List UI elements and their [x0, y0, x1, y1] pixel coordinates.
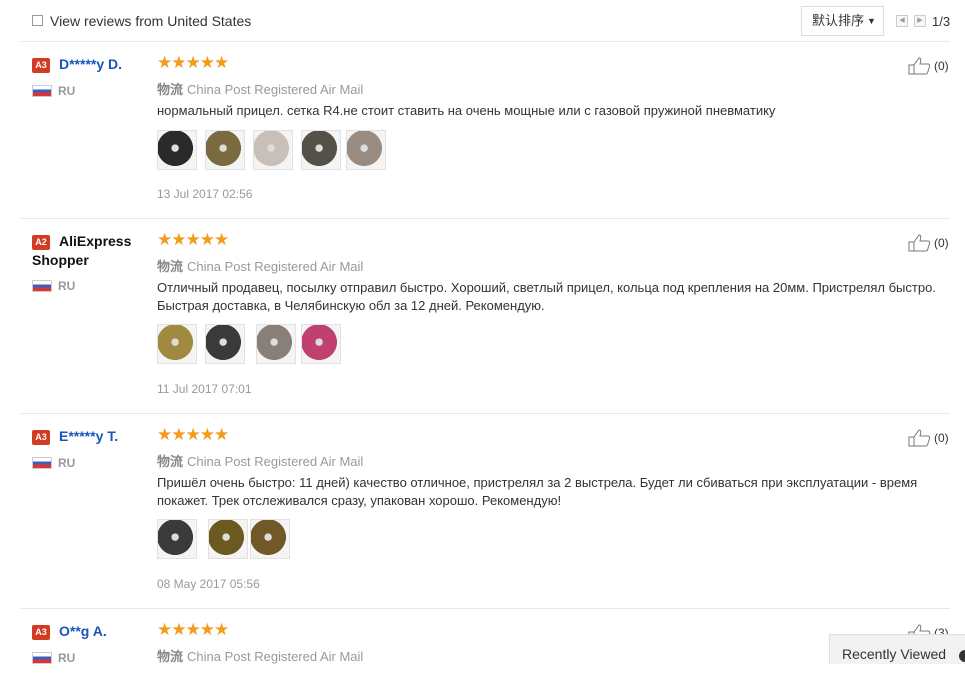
- thumbs-up-icon: [908, 429, 931, 447]
- ru-flag-icon: [32, 280, 52, 292]
- review-date: 13 Jul 2017 02:56: [157, 187, 253, 201]
- us-reviews-label[interactable]: View reviews from United States: [50, 13, 251, 29]
- rating-stars: ★★★★★: [157, 620, 229, 639]
- review-photo-thumbnail[interactable]: [157, 324, 197, 364]
- helpful-count: (0): [934, 236, 949, 250]
- shipping-method: 物流 China Post Registered Air Mail: [157, 451, 363, 470]
- thumbs-up-icon: [908, 57, 931, 75]
- buyer-level-badge: A3: [32, 625, 50, 640]
- shipping-prefix: 物流: [157, 649, 184, 664]
- review-photo-thumbnail[interactable]: [301, 130, 341, 170]
- review-date: 08 May 2017 05:56: [157, 577, 260, 591]
- shipping-name: China Post Registered Air Mail: [187, 259, 364, 274]
- review-photo-thumbnail[interactable]: [256, 324, 296, 364]
- review-photo-thumbnail[interactable]: [253, 130, 293, 170]
- page-indicator: 1/3: [932, 14, 951, 29]
- buyer-level-badge: A3: [32, 58, 50, 73]
- ru-flag-icon: [32, 652, 52, 664]
- reviewer-name: O**g A.: [59, 623, 107, 639]
- thumbs-up-icon: [908, 234, 931, 252]
- ru-flag-icon: [32, 457, 52, 469]
- prev-page-button[interactable]: ◀: [896, 15, 908, 27]
- reviewer-name: AliExpress Shopper: [32, 233, 132, 268]
- rating-stars: ★★★★★: [157, 53, 229, 72]
- reviewer-country: RU: [58, 279, 76, 293]
- divider: [20, 218, 950, 219]
- sort-dropdown[interactable]: 默认排序 ▼: [801, 6, 884, 36]
- buyer-level-badge: A3: [32, 430, 50, 445]
- recently-viewed-label: Recently Viewed: [842, 646, 947, 662]
- next-page-button[interactable]: ▶: [914, 15, 926, 27]
- ru-flag-icon: [32, 85, 52, 97]
- shipping-method: 物流 China Post Registered Air Mail: [157, 256, 363, 275]
- review-text: нормальный прицел. сетка R4.не стоит ста…: [157, 103, 776, 118]
- helpful-button[interactable]: (0): [908, 234, 953, 254]
- divider: [20, 413, 950, 414]
- review-date: 11 Jul 2017 07:01: [157, 382, 252, 396]
- sort-dropdown-label: 默认排序: [812, 13, 865, 28]
- review-text: Отличный продавец, посылку отправил быст…: [157, 280, 936, 313]
- shipping-prefix: 物流: [157, 259, 184, 274]
- rating-stars: ★★★★★: [157, 425, 229, 444]
- shipping-prefix: 物流: [157, 454, 184, 469]
- review-filter-bar: View reviews from United States 默认排序 ▼ ◀ …: [0, 0, 965, 42]
- recently-viewed-panel[interactable]: Recently Viewed: [829, 634, 965, 664]
- review-text: Пришёл очень быстро: 11 дней) качество о…: [157, 475, 918, 508]
- reviewer-name: D*****y D.: [59, 56, 123, 72]
- shipping-prefix: 物流: [157, 82, 184, 97]
- shipping-name: China Post Registered Air Mail: [187, 82, 364, 97]
- shipping-method: 物流 China Post Registered Air Mail: [157, 646, 363, 665]
- divider: [20, 41, 950, 42]
- divider: [20, 608, 950, 609]
- reviewer-name: E*****y T.: [59, 428, 119, 444]
- review-photo-thumbnail[interactable]: [157, 519, 197, 559]
- review-photo-thumbnail[interactable]: [301, 324, 341, 364]
- reviewer-country: RU: [58, 84, 76, 98]
- us-reviews-checkbox[interactable]: [32, 15, 43, 26]
- helpful-button[interactable]: (0): [908, 57, 953, 77]
- review-photo-thumbnail[interactable]: [250, 519, 290, 559]
- reviewer-country: RU: [58, 456, 76, 470]
- helpful-button[interactable]: (0): [908, 429, 953, 449]
- review-photo-thumbnail[interactable]: [208, 519, 248, 559]
- shipping-name: China Post Registered Air Mail: [187, 454, 364, 469]
- helpful-count: (0): [934, 431, 949, 445]
- review-photo-thumbnail[interactable]: [157, 130, 197, 170]
- review-photo-thumbnail[interactable]: [205, 324, 245, 364]
- review-photo-thumbnail[interactable]: [205, 130, 245, 170]
- helpful-count: (0): [934, 59, 949, 73]
- expand-arrow-icon: [959, 650, 965, 662]
- rating-stars: ★★★★★: [157, 230, 229, 249]
- chevron-down-icon: ▼: [867, 16, 876, 26]
- review-photo-thumbnail[interactable]: [346, 130, 386, 170]
- shipping-name: China Post Registered Air Mail: [187, 649, 364, 664]
- shipping-method: 物流 China Post Registered Air Mail: [157, 79, 363, 98]
